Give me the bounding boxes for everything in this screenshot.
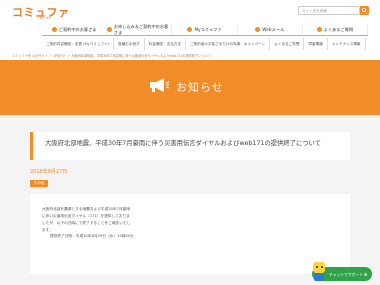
article-end-date: 提供終了日時：平成30年8月29日（水）15時00分 [50,234,134,238]
nav-label: お申し込み＆ご契約中のお客さま [113,23,169,35]
chat-label: チャットでサポート [329,271,364,277]
subnav-maintenance[interactable]: メンテナンス情報 [328,38,366,50]
mascot-body [314,273,324,281]
nav-my-comufa[interactable]: Myコミュファ [172,24,238,35]
sub-nav: ご契約内容確認・変更 (Myコミュファ) 各種お手続き 料金確認・支払方法 ご契… [42,38,368,50]
nav-bullet-icon [316,27,322,32]
nav-contract-customers[interactable]: ご契約中のお客さま [42,24,108,35]
comufa-logo[interactable]: コミュファ by ctc [12,4,70,20]
search-button[interactable] [360,6,369,15]
nav-faq[interactable]: よくあるご質問 [303,24,369,35]
article-title: 大阪府北部地震、平成30年7月豪雨に伴う災害用伝言ダイヤルおよびweb171の提… [45,140,321,147]
article-body: 大阪府北部を震源とする地震および平成30年7月豪雨に伴い災害用伝言ダイヤル（17… [42,207,131,233]
nav-webmail[interactable]: Webメール [238,24,303,35]
nav-label: ご契約中のお客さま [58,26,97,32]
subnav-outage[interactable]: 障害情報 [304,38,328,50]
nav-apply-customers[interactable]: お申し込み＆ご契約中のお客さま [107,23,173,35]
article-title-box: 大阪府北部地震、平成30年7月豪雨に伴う災害用伝言ダイヤルおよびweb171の提… [30,132,350,160]
search-icon [362,8,367,13]
search-input[interactable]: サイト内を検索 [298,6,360,15]
nav-bullet-icon [107,27,112,32]
nav-label: Webメール [262,26,285,32]
page-title: お知らせ [176,81,224,94]
article-date: 2018年8月27日 [30,169,68,175]
main-nav: ご契約中のお客さま お申し込み＆ご契約中のお客さま Myコミュファ Webメール… [42,23,369,36]
nav-bullet-icon [187,27,193,32]
nav-label: Myコミュファ [194,26,222,32]
nav-label: よくあるご質問 [323,26,354,32]
breadcrumb[interactable]: コミュファ光 公式サイト ＞ お知らせ ＞ 大阪府北部地震、平成30年7月豪雨に… [12,53,211,58]
mascot-eye [316,266,318,268]
subnav-campaigns[interactable]: ご契約者のお客さまだけの特典・キャンペーン [186,38,271,50]
search-placeholder: サイト内を検索 [302,8,328,13]
nav-bullet-icon [51,27,57,32]
chevron-up-icon: ▲ [364,270,368,276]
subnav-contract-info[interactable]: ご契約内容確認・変更 (Myコミュファ) [42,38,115,50]
article-body-box: 大阪府北部を震源とする地震および平成30年7月豪雨に伴い災害用伝言ダイヤル（17… [30,194,350,274]
megaphone-icon [150,78,170,92]
subnav-billing[interactable]: 料金確認・支払方法 [145,38,186,50]
mascot-icon[interactable] [311,262,327,281]
mascot-head [313,262,325,273]
category-badge: その他 [30,180,48,187]
nav-bullet-icon [255,27,261,32]
subnav-procedures[interactable]: 各種お手続き [114,38,145,50]
site-header: コミュファ by ctc サイト内を検索 ご契約中のお客さま お申し込み＆ご契約… [0,0,380,58]
logo-subtext: by ctc [40,16,51,20]
page-banner: お知らせ [0,60,380,115]
mascot-eye [321,266,323,268]
subnav-faq[interactable]: よくあるご質問 [270,38,305,50]
